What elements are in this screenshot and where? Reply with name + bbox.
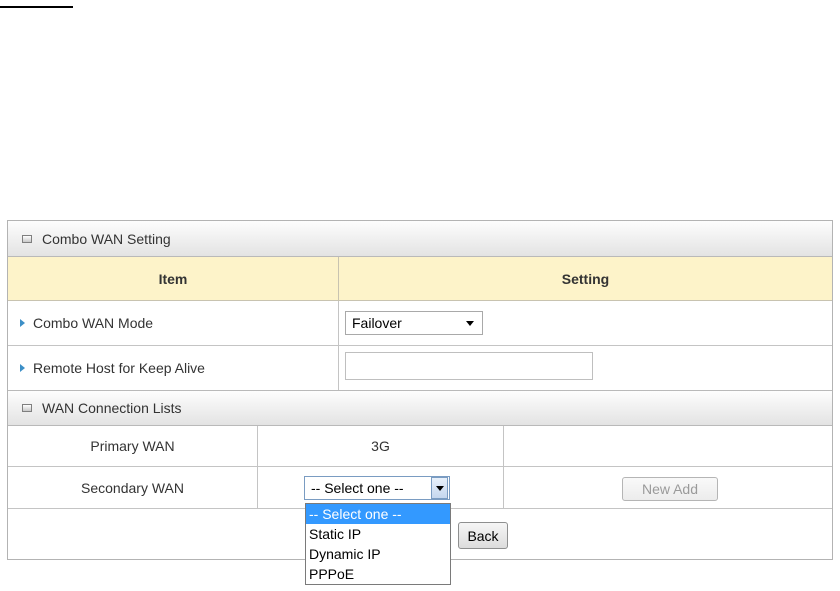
secondary-wan-select-value: -- Select one -- [311, 480, 404, 496]
section-collapse-icon [22, 404, 32, 412]
top-underline [0, 6, 73, 8]
wan-lists-section-header: WAN Connection Lists [8, 390, 832, 426]
combo-wan-mode-label-cell: Combo WAN Mode [8, 301, 338, 345]
combo-wan-section-title: Combo WAN Setting [42, 230, 171, 247]
setting-column-divider [338, 301, 339, 390]
primary-wan-value: 3G [371, 438, 390, 454]
secondary-wan-label-cell: Secondary WAN [8, 467, 257, 508]
wan-col-divider-2 [503, 426, 504, 508]
secondary-wan-dropdown-list[interactable]: -- Select one -- Static IP Dynamic IP PP… [305, 503, 451, 585]
back-button[interactable]: Back [458, 522, 508, 549]
wan-lists-section-title: WAN Connection Lists [42, 400, 182, 416]
primary-wan-label-cell: Primary WAN [8, 426, 257, 466]
chevron-down-icon [436, 486, 444, 491]
section-collapse-icon [22, 234, 32, 243]
combo-wan-mode-select[interactable]: Failover [345, 311, 483, 335]
remote-host-input[interactable] [345, 352, 593, 380]
wan-col-divider-1 [257, 426, 258, 508]
combo-wan-mode-value: Failover [352, 315, 402, 331]
dropdown-option-pppoe[interactable]: PPPoE [306, 564, 450, 584]
remote-host-label: Remote Host for Keep Alive [33, 360, 205, 376]
primary-wan-label: Primary WAN [90, 438, 175, 454]
chevron-down-icon [466, 321, 474, 326]
column-header-setting: Setting [339, 257, 832, 301]
secondary-wan-select[interactable]: -- Select one -- [304, 476, 450, 500]
new-add-button[interactable]: New Add [622, 477, 718, 501]
combo-wan-section-header: Combo WAN Setting [8, 221, 832, 257]
combo-wan-mode-label: Combo WAN Mode [33, 315, 154, 331]
secondary-wan-dropdown-button[interactable] [431, 477, 448, 499]
column-header-item: Item [8, 257, 338, 301]
remote-host-label-cell: Remote Host for Keep Alive [8, 346, 338, 390]
arrow-right-icon [20, 364, 25, 372]
dropdown-option-dynamic-ip[interactable]: Dynamic IP [306, 544, 450, 564]
dropdown-option-select-one[interactable]: -- Select one -- [306, 504, 450, 524]
header-divider [338, 257, 339, 301]
dropdown-option-static-ip[interactable]: Static IP [306, 524, 450, 544]
secondary-wan-label: Secondary WAN [81, 479, 184, 496]
primary-wan-value-cell: 3G [258, 426, 503, 466]
arrow-right-icon [20, 319, 25, 327]
